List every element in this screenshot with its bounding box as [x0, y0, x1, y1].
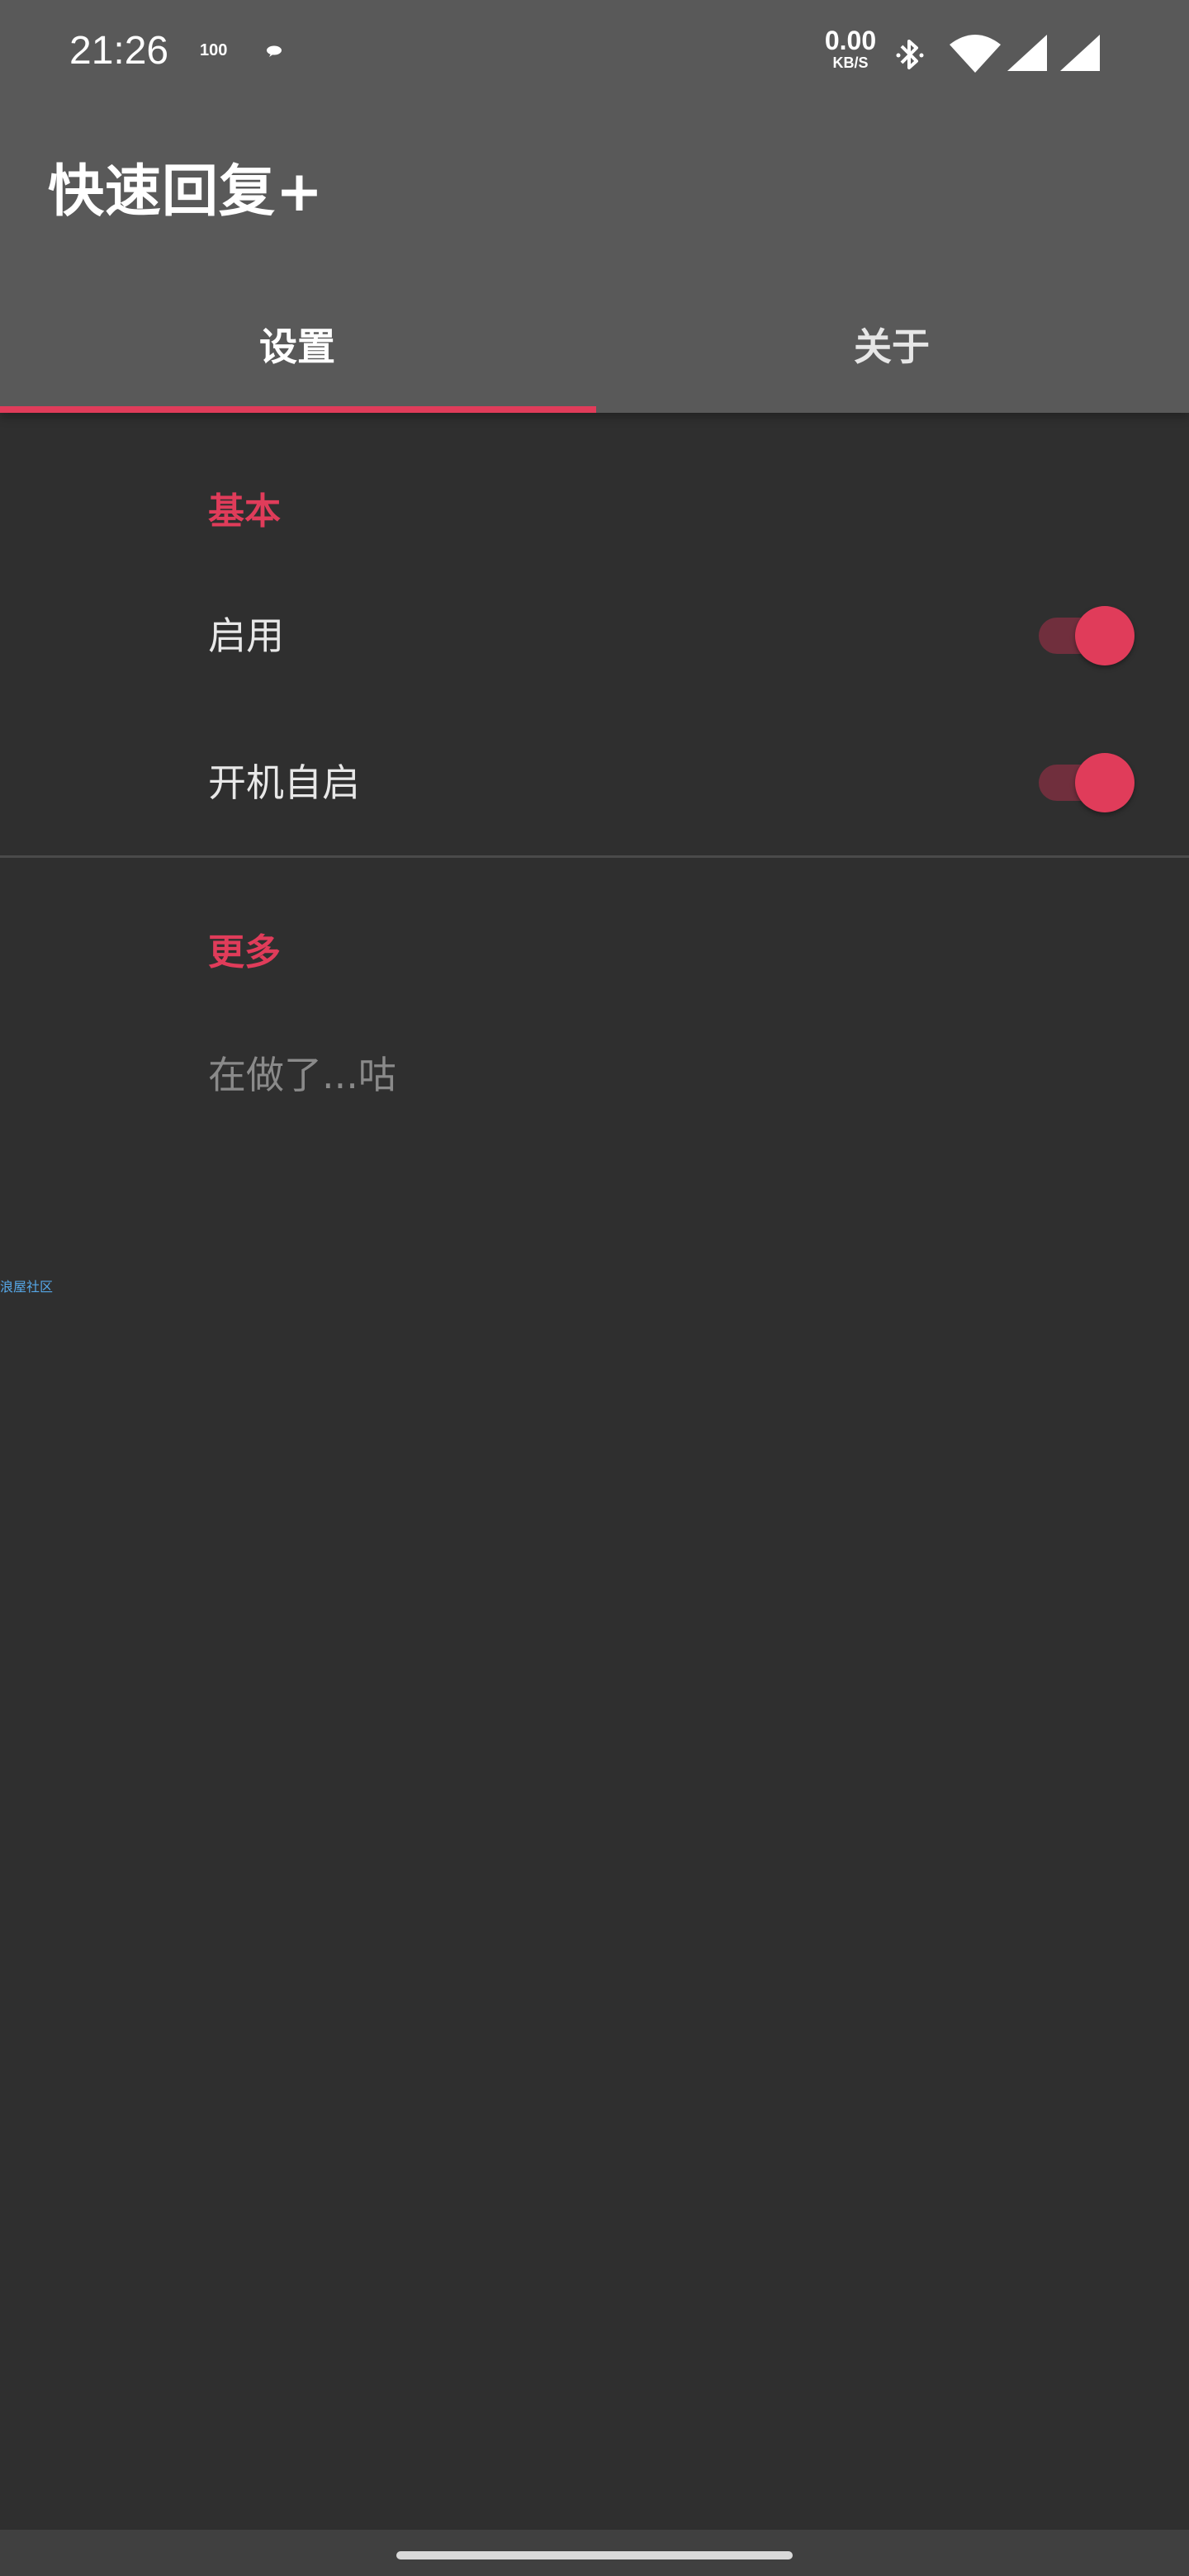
switch-thumb [1075, 606, 1135, 665]
pref-enable[interactable]: 启用 [0, 563, 1189, 708]
pref-more-label: 在做了...咕 [208, 1053, 396, 1097]
tab-about-label: 关于 [854, 324, 930, 369]
bluetooth-icon [896, 40, 924, 69]
app-title: 快速回复+ [48, 159, 324, 225]
tab-indicator [0, 406, 596, 413]
tab-about[interactable]: 关于 [594, 314, 1189, 413]
status-time: 21:26 [69, 29, 169, 73]
section-header-more: 更多 [208, 931, 281, 973]
enable-switch[interactable] [1039, 606, 1135, 665]
pref-autostart-label: 开机自启 [208, 760, 360, 805]
network-speed-value: 0.00 [824, 26, 877, 55]
navigation-bar [0, 2530, 1189, 2576]
network-speed: 0.00 KB/S [821, 26, 880, 71]
pref-autostart[interactable]: 开机自启 [0, 710, 1189, 855]
signal-icon [1007, 35, 1047, 71]
network-speed-unit: KB/S [832, 54, 869, 71]
pref-more-placeholder[interactable]: 在做了...咕 [0, 1002, 1189, 1148]
section-divider [0, 855, 1189, 858]
signal-icon [1060, 35, 1100, 71]
status-bar: 21:26 100 0.00 KB/S [0, 0, 1189, 99]
section-header-basic: 基本 [208, 490, 281, 533]
pref-enable-label: 启用 [208, 613, 284, 658]
tab-settings-label: 设置 [259, 324, 335, 369]
community-link[interactable]: 浪屋社区 [0, 1278, 53, 1296]
autostart-switch[interactable] [1039, 753, 1135, 812]
wifi-icon [950, 35, 1001, 73]
gesture-handle[interactable] [396, 2551, 793, 2559]
chat-bubble-icon [267, 45, 282, 57]
switch-thumb [1075, 753, 1135, 812]
battery-level: 100 [200, 41, 228, 59]
app-bar: 21:26 100 0.00 KB/S 快速回复+ 设置 关于 [0, 0, 1189, 413]
tab-settings[interactable]: 设置 [0, 314, 594, 413]
